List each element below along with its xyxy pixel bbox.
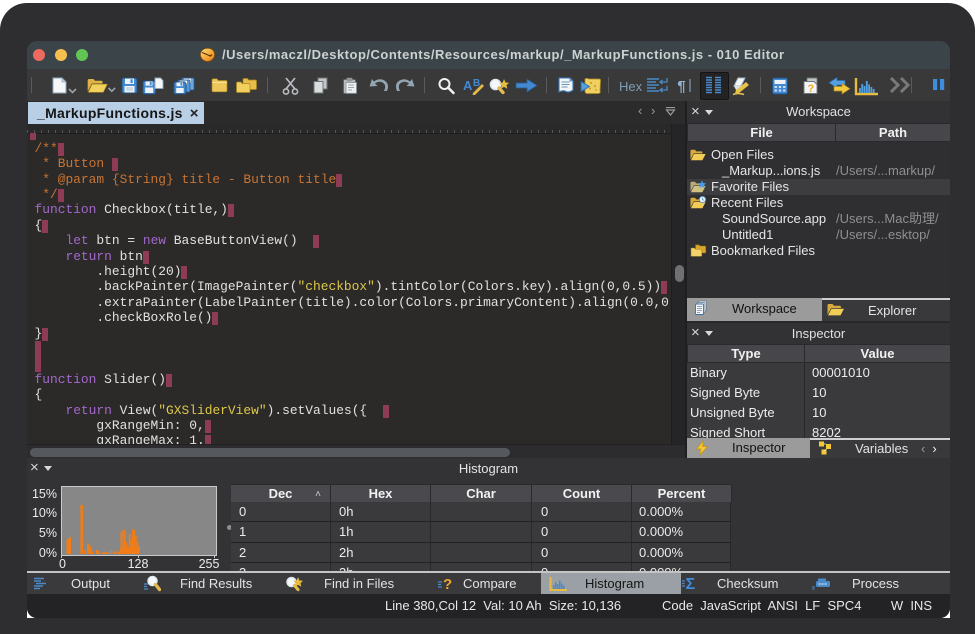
svg-text:?: ? <box>443 576 452 592</box>
svg-text:Σ: Σ <box>686 576 696 592</box>
svg-text:A: A <box>463 78 473 93</box>
svg-text:?: ? <box>808 83 815 95</box>
svg-text:¶: ¶ <box>677 79 686 95</box>
